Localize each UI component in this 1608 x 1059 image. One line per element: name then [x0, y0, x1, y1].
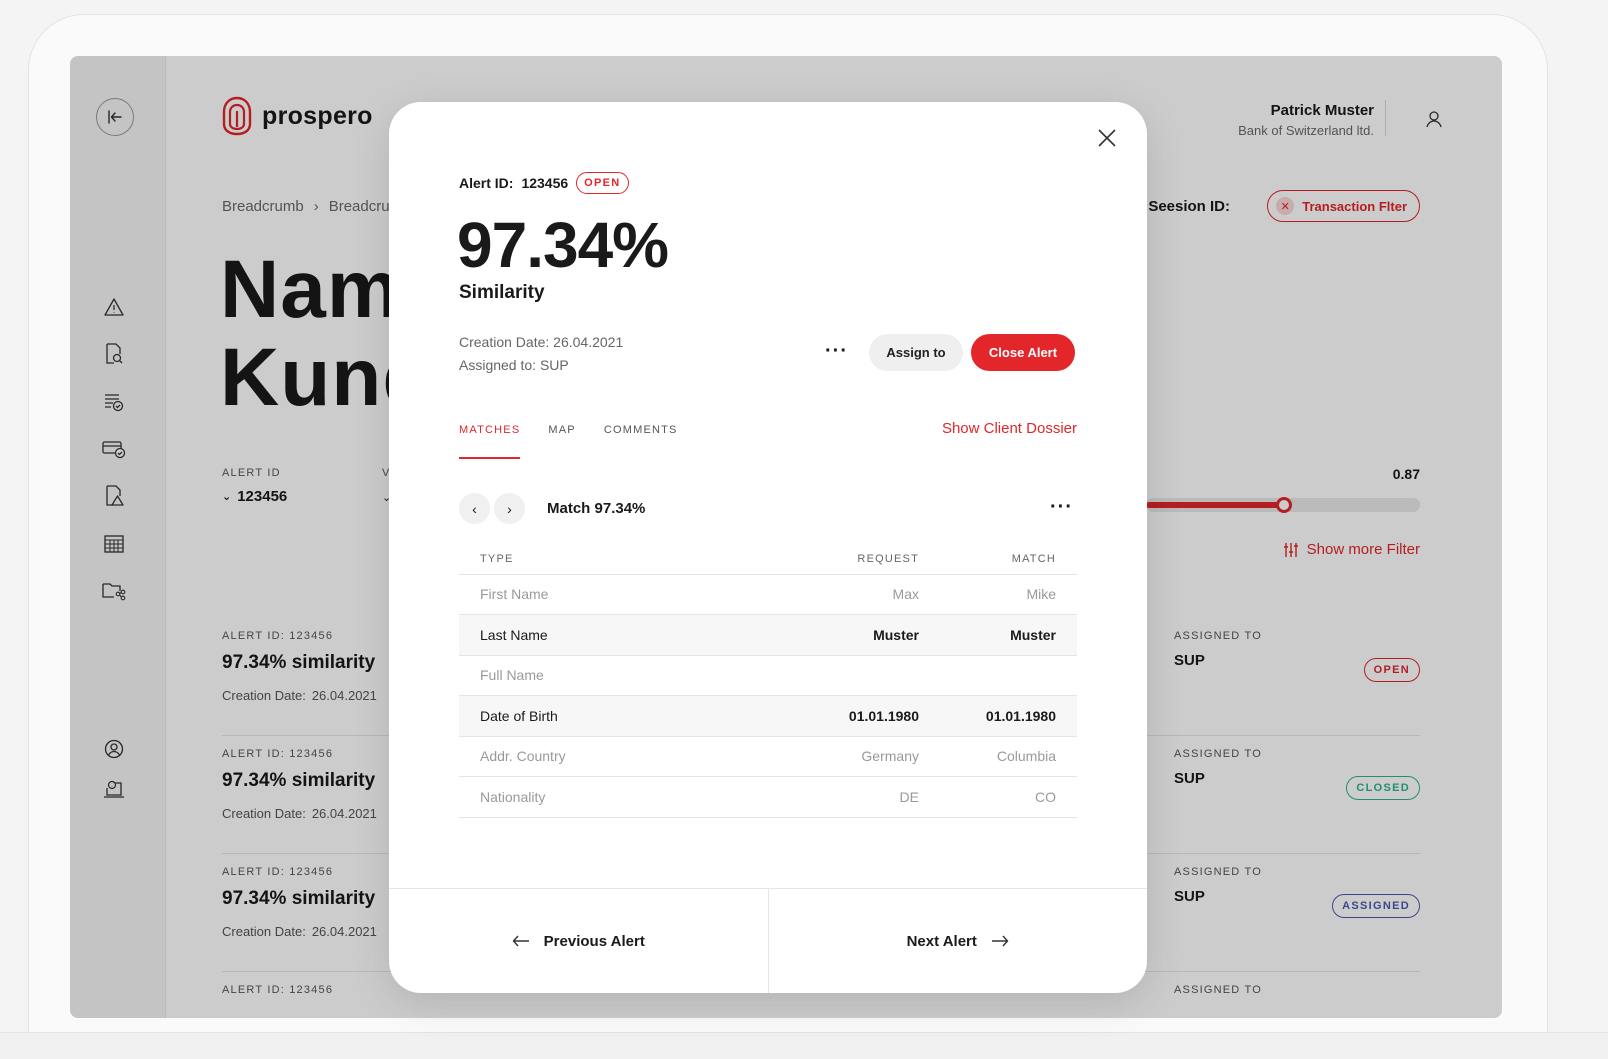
previous-match-button[interactable]: ‹	[459, 493, 490, 524]
assign-to-button[interactable]: Assign to	[869, 334, 963, 371]
creation-date-value: 26.04.2021	[553, 334, 624, 350]
chevron-left-icon: ‹	[472, 500, 477, 517]
table-header-row: TYPE REQUEST MATCH	[459, 544, 1077, 575]
tab-comments[interactable]: COMMENTS	[604, 424, 678, 459]
arrow-right-icon	[991, 935, 1009, 947]
more-actions-button[interactable]: ···	[825, 340, 848, 363]
cell-match: CO	[919, 776, 1077, 818]
arrow-left-icon	[512, 935, 529, 947]
cell-request: Germany	[719, 736, 919, 777]
cell-request: Muster	[719, 614, 919, 656]
previous-alert-label: Previous Alert	[543, 932, 645, 950]
cell-match: Muster	[919, 614, 1077, 656]
alert-id-value: 123456	[521, 175, 569, 191]
assigned-to-value: SUP	[539, 357, 569, 373]
cell-match: Columbia	[919, 736, 1077, 777]
assigned-to-label: Assigned to:	[459, 357, 537, 373]
status-badge: OPEN	[576, 172, 629, 194]
table-row: First Name Max Mike	[459, 574, 1077, 615]
match-title: Match 97.34%	[547, 500, 646, 517]
match-table: TYPE REQUEST MATCH First Name Max Mike Last…	[459, 544, 1077, 818]
alert-id-label: Alert ID:	[459, 175, 514, 191]
table-row: Date of Birth 01.01.1980 01.01.1980	[459, 695, 1077, 737]
cell-type: Full Name	[459, 655, 719, 696]
tab-matches[interactable]: MATCHES	[459, 424, 521, 459]
creation-date-label: Creation Date:	[459, 334, 550, 350]
table-row: Last Name Muster Muster	[459, 614, 1077, 656]
show-client-dossier-link[interactable]: Show Client Dossier	[942, 420, 1077, 437]
match-more-button[interactable]: ···	[1050, 496, 1073, 519]
next-alert-label: Next Alert	[906, 932, 977, 950]
cell-request	[719, 655, 919, 696]
close-modal-button[interactable]	[1093, 124, 1121, 152]
similarity-label: Similarity	[459, 282, 545, 303]
cell-request: Max	[719, 574, 919, 615]
column-header-type: TYPE	[459, 544, 719, 575]
next-alert-button[interactable]: Next Alert	[767, 889, 1148, 993]
modal-tabs: MATCHES MAP COMMENTS	[459, 424, 678, 459]
close-icon	[1098, 129, 1116, 147]
cell-match	[919, 655, 1077, 696]
similarity-percentage: 97.34%	[457, 209, 669, 281]
alert-detail-modal: Alert ID: 123456 OPEN 97.34% Similarity …	[389, 102, 1147, 993]
alert-id-line: Alert ID: 123456 OPEN	[459, 172, 629, 194]
cell-match: 01.01.1980	[919, 695, 1077, 737]
device-base	[0, 1032, 1608, 1059]
table-row: Addr. Country Germany Columbia	[459, 736, 1077, 777]
close-alert-button[interactable]: Close Alert	[971, 334, 1075, 371]
creation-date: Creation Date: 26.04.2021	[459, 334, 623, 350]
table-row: Full Name	[459, 655, 1077, 696]
column-header-request: REQUEST	[719, 544, 919, 575]
cell-match: Mike	[919, 574, 1077, 615]
cell-type: Last Name	[459, 614, 719, 656]
table-row: Nationality DE CO	[459, 776, 1077, 818]
previous-alert-button[interactable]: Previous Alert	[389, 889, 768, 993]
modal-footer: Previous Alert Next Alert	[389, 888, 1147, 993]
next-match-button[interactable]: ›	[494, 493, 525, 524]
chevron-right-icon: ›	[507, 500, 512, 517]
column-header-match: MATCH	[919, 544, 1077, 575]
cell-request: DE	[719, 776, 919, 818]
cell-type: Date of Birth	[459, 695, 719, 737]
assigned-to: Assigned to: SUP	[459, 357, 569, 373]
cell-type: Addr. Country	[459, 736, 719, 777]
tab-map[interactable]: MAP	[548, 424, 575, 459]
cell-request: 01.01.1980	[719, 695, 919, 737]
cell-type: Nationality	[459, 776, 719, 818]
cell-type: First Name	[459, 574, 719, 615]
